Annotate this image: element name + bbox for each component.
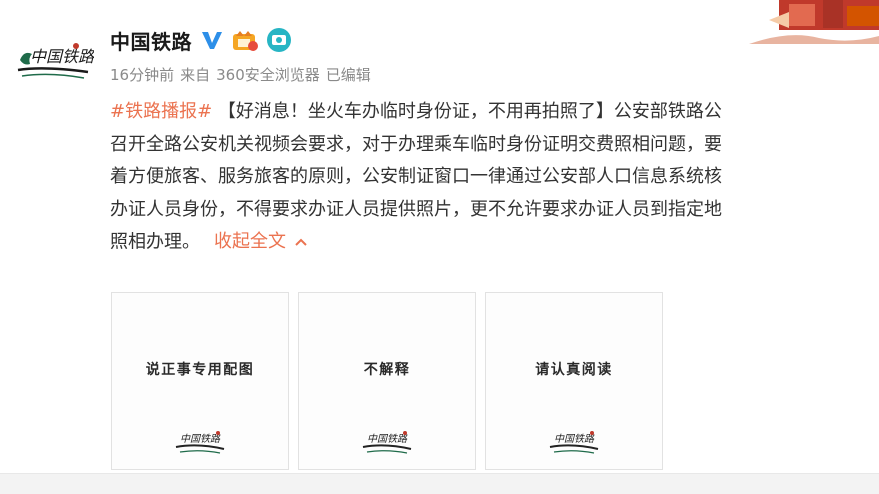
festive-banner-decoration [749,0,879,44]
post-time[interactable]: 16分钟前 [110,64,174,85]
member-crown-icon[interactable] [232,28,258,52]
svg-text:中国铁路: 中国铁路 [30,47,94,66]
post-line-text: 办证人员身份，不得要求办证人员提供照片，更不允许要求办证人员到指定地 [110,198,722,220]
author-avatar[interactable]: 中国铁路 [14,30,96,86]
source-prefix: 来自 [180,66,211,84]
edited-label[interactable]: 已编辑 [326,64,371,85]
verified-v-icon[interactable] [200,28,224,52]
post-line: 照相办理。 收起全文 [110,226,879,259]
image-caption: 请认真阅读 [535,362,613,378]
post-meta: 16分钟前 来自 360安全浏览器 已编辑 [110,64,371,85]
topic-tag[interactable]: #铁路播报# [110,101,212,122]
railway-logo-icon: 中国铁路 [361,427,413,455]
author-name[interactable]: 中国铁路 [110,26,192,55]
post-image-2[interactable]: 不解释 中国铁路 [298,292,476,470]
post-line-text: 着方便旅客、服务旅客的原则，公安制证窗口一律通过公安部人口信息系统核 [110,166,722,187]
post-text: #铁路播报# 【好消息！坐火车办临时身份证，不用再拍照了】公安部铁路公 召开全路… [110,96,879,259]
post-image-3[interactable]: 请认真阅读 中国铁路 [485,292,663,470]
post-line: #铁路播报# 【好消息！坐火车办临时身份证，不用再拍照了】公安部铁路公 [110,96,879,129]
post-line: 办证人员身份，不得要求办证人员提供照片，更不允许要求办证人员到指定地 [110,194,879,227]
post-line: 着方便旅客、服务旅客的原则，公安制证窗口一律通过公安部人口信息系统核 [110,161,879,194]
post-line-text: 照相办理。 [110,231,200,253]
post-line: 召开全路公安机关视频会要求，对于办理乘车临时身份证明交费照相问题，要 [110,129,879,162]
post-line-text: 【好消息！坐火车办临时身份证，不用再拍照了】公安部铁路公 [217,101,722,122]
collapse-label: 收起全文 [214,231,286,253]
post-image-1[interactable]: 说正事专用配图 中国铁路 [111,292,289,470]
chevron-up-icon [294,226,308,259]
image-caption: 不解释 [363,362,411,378]
svg-text:中国铁路: 中国铁路 [554,433,595,445]
camera-badge-icon[interactable] [266,27,292,53]
post-line-text: 召开全路公安机关视频会要求，对于办理乘车临时身份证明交费照相问题，要 [110,133,722,155]
collapse-full-text-link[interactable]: 收起全文 [214,231,308,252]
railway-logo-icon: 中国铁路 [548,427,600,455]
post-images: 说正事专用配图 中国铁路 不解释 中国铁路 请认真阅读 中国铁路 [111,292,663,470]
image-caption: 说正事专用配图 [145,362,255,378]
action-bar-edge [0,473,879,494]
post-source[interactable]: 360安全浏览器 [216,64,320,85]
svg-text:中国铁路: 中国铁路 [367,433,408,445]
svg-text:中国铁路: 中国铁路 [180,433,221,445]
railway-logo-icon: 中国铁路 [174,427,226,455]
